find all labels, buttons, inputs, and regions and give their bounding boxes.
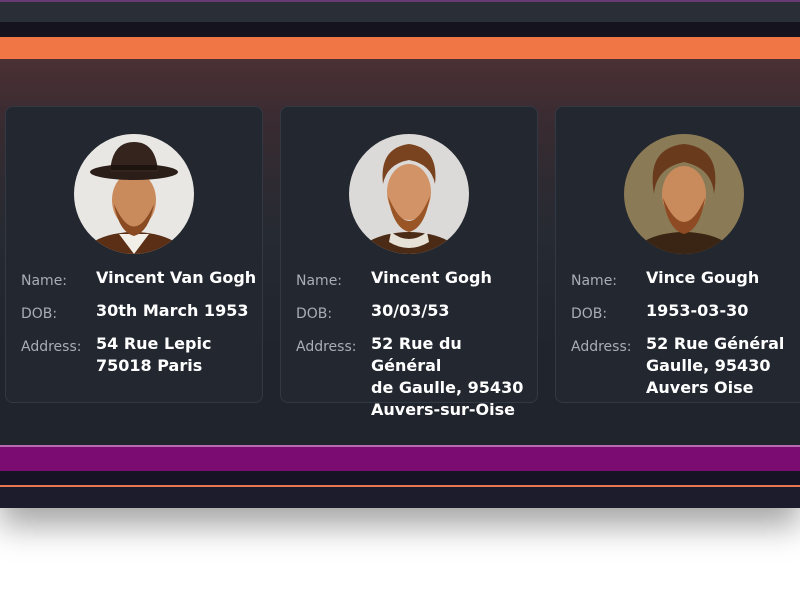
portrait-hat-icon: [74, 134, 194, 254]
address-value: 52 Rue Général Gaulle, 95430 Auvers Oise: [646, 334, 785, 397]
address-label: Address:: [571, 339, 632, 355]
name-label: Name:: [21, 273, 68, 289]
dob-label: DOB:: [296, 306, 333, 322]
name-value: Vincent Van Gogh: [96, 268, 257, 287]
name-value: Vince Gough: [646, 268, 760, 287]
record-card[interactable]: Name: Vincent Van Gogh DOB: 30th March 1…: [5, 106, 263, 403]
dob-value: 30/03/53: [371, 301, 450, 320]
address-value: 52 Rue du Général de Gaulle, 95430 Auver…: [371, 334, 524, 419]
portrait-ruff-icon: [349, 134, 469, 254]
address-value: 54 Rue Lepic 75018 Paris: [96, 334, 212, 375]
dob-label: DOB:: [571, 306, 608, 322]
purple-accent-band: [0, 445, 800, 471]
footer-strip: [0, 471, 800, 485]
dob-label: DOB:: [21, 306, 58, 322]
portrait-curly-icon: [624, 134, 744, 254]
header-strip: [0, 22, 800, 37]
bottom-bar: [0, 487, 800, 508]
top-bar: [0, 0, 800, 22]
portrait-avatar: [74, 134, 194, 254]
name-value: Vincent Gogh: [371, 268, 492, 287]
portrait-avatar: [624, 134, 744, 254]
orange-accent-band: [0, 37, 800, 59]
name-label: Name:: [571, 273, 618, 289]
address-label: Address:: [296, 339, 357, 355]
portrait-avatar: [349, 134, 469, 254]
record-card[interactable]: Name: Vince Gough DOB: 1953-03-30 Addres…: [555, 106, 800, 403]
app-window: Name: Vincent Van Gogh DOB: 30th March 1…: [0, 0, 800, 508]
name-label: Name:: [296, 273, 343, 289]
dob-value: 1953-03-30: [646, 301, 749, 320]
address-label: Address:: [21, 339, 82, 355]
dob-value: 30th March 1953: [96, 301, 249, 320]
record-card[interactable]: Name: Vincent Gogh DOB: 30/03/53 Address…: [280, 106, 538, 419]
